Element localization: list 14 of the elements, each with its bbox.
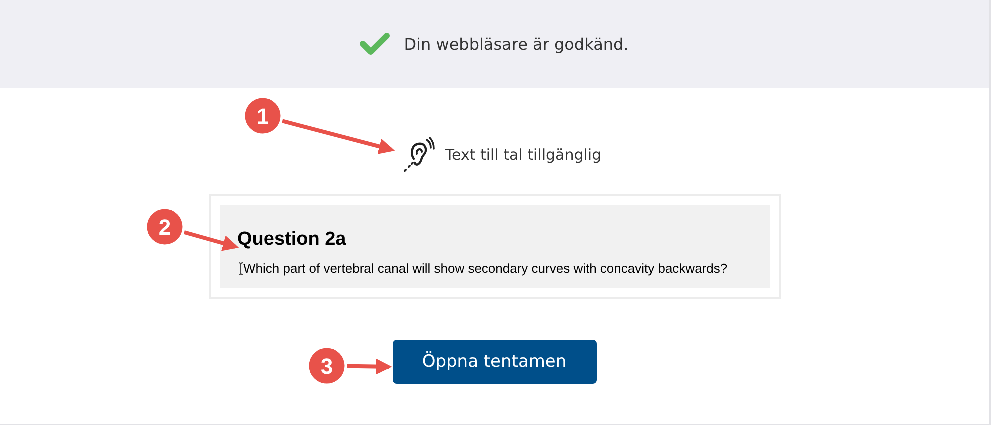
callout-circle — [242, 96, 284, 136]
ear-icon — [403, 137, 436, 173]
checkmark-icon — [360, 33, 390, 55]
callout-number: 1 — [256, 104, 270, 129]
text-to-speech-label: Text till tal tillgänglig — [445, 146, 602, 164]
callout-circle — [144, 206, 186, 248]
question-text: Which part of vertebral canal will show secondary curves with concavity backwards? — [244, 261, 728, 276]
text-cursor-icon — [238, 262, 244, 276]
callout-number: 2 — [158, 215, 172, 240]
callout-number: 3 — [320, 354, 334, 379]
callout-circle — [306, 346, 348, 386]
browser-status-text: Din webbläsare är godkänd. — [404, 34, 629, 54]
open-exam-button[interactable]: Öppna tentamen — [392, 340, 596, 384]
question-title: Question 2a — [238, 229, 348, 251]
